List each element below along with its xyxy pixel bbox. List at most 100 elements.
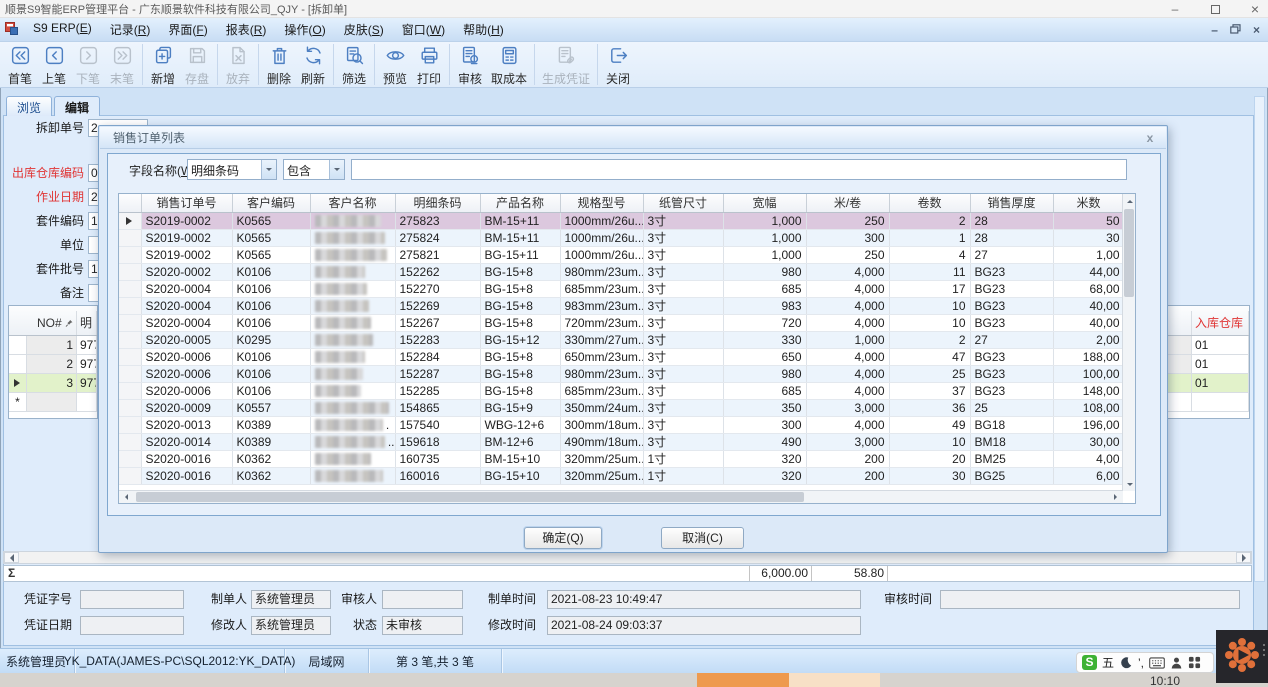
- column-header-卷数[interactable]: 卷数: [889, 194, 970, 212]
- close-icon[interactable]: ×: [1246, 1, 1264, 17]
- row-selector[interactable]: [119, 382, 141, 399]
- menu-item-1[interactable]: S9 ERP(E): [24, 18, 101, 41]
- toolbar-button-刷新[interactable]: 刷新: [296, 42, 330, 87]
- grid-menu-icon[interactable]: [1188, 656, 1201, 669]
- table-row[interactable]: S2020-0006K0106152284BG-15+8650mm/23um..…: [119, 348, 1124, 365]
- column-header-米数[interactable]: 米数: [1053, 194, 1124, 212]
- row-selector[interactable]: [119, 416, 141, 433]
- menu-item-5[interactable]: 操作(O): [275, 18, 334, 41]
- table-row[interactable]: S2020-0013K0389 .157540WBG-12+6300mm/18u…: [119, 416, 1124, 433]
- keyboard-icon[interactable]: [1149, 657, 1165, 669]
- row-selector[interactable]: [119, 212, 141, 229]
- toolbar-button-打印[interactable]: 打印: [412, 42, 446, 87]
- column-header-客户编码[interactable]: 客户编码: [232, 194, 310, 212]
- table-row[interactable]: 297792: [9, 355, 97, 374]
- column-header-销售厚度[interactable]: 销售厚度: [970, 194, 1053, 212]
- row-selector[interactable]: [119, 263, 141, 280]
- overlay-menu-dots-icon[interactable]: [1263, 644, 1265, 656]
- wubi-mode-label[interactable]: 五: [1102, 654, 1114, 671]
- table-row[interactable]: 197792: [9, 336, 97, 355]
- operator-combo[interactable]: 包含: [283, 159, 345, 180]
- field-name-combo[interactable]: 明细条码: [187, 159, 277, 180]
- detail-grid-left-fragment[interactable]: NO# 明197792297792397792*: [8, 305, 98, 419]
- toolbar-button-审核[interactable]: 审核: [453, 42, 487, 87]
- screen-overlay-app[interactable]: [1216, 630, 1268, 683]
- table-row[interactable]: S2020-0009K0557154865BG-15+9350mm/24um..…: [119, 399, 1124, 416]
- column-header-no[interactable]: NO#: [27, 311, 77, 335]
- table-row[interactable]: S2019-0002K0565275824BM-15+111000mm/26u.…: [119, 229, 1124, 246]
- row-selector[interactable]: [9, 336, 27, 354]
- tab-编辑[interactable]: 编辑: [54, 96, 100, 116]
- table-row[interactable]: S2020-0006K0106152287BG-15+8980mm/23um..…: [119, 365, 1124, 382]
- row-selector[interactable]: [119, 280, 141, 297]
- table-row[interactable]: S2020-0005K0295152283BG-15+12330mm/27um.…: [119, 331, 1124, 348]
- sogou-input-bar[interactable]: S五 ’,: [1076, 652, 1214, 673]
- mdi-restore-icon[interactable]: [1230, 23, 1241, 37]
- scroll-right-icon[interactable]: [1236, 552, 1251, 563]
- table-row[interactable]: 397792: [9, 374, 97, 393]
- table-row[interactable]: S2020-0004K0106152269BG-15+8983mm/23um..…: [119, 297, 1124, 314]
- table-row[interactable]: S2020-0004K0106152267BG-15+8720mm/23um..…: [119, 314, 1124, 331]
- tab-浏览[interactable]: 浏览: [6, 96, 52, 116]
- table-row[interactable]: S2020-0004K0106152270BG-15+8685mm/23um..…: [119, 280, 1124, 297]
- taskbar-item[interactable]: [789, 673, 880, 687]
- toolbar-button-删除[interactable]: 删除: [262, 42, 296, 87]
- row-selector[interactable]: [119, 246, 141, 263]
- column-header-销售订单号[interactable]: 销售订单号: [141, 194, 232, 212]
- scroll-up-icon[interactable]: [1123, 194, 1136, 208]
- ok-button[interactable]: 确定(Q): [524, 527, 602, 549]
- toolbar-button-新增[interactable]: 新增: [146, 42, 180, 87]
- dialog-title-bar[interactable]: 销售订单列表 x: [100, 127, 1166, 149]
- scroll-left-icon[interactable]: [119, 491, 134, 503]
- chevron-down-icon[interactable]: [261, 160, 276, 179]
- row-selector[interactable]: [119, 229, 141, 246]
- filter-search-input[interactable]: [351, 159, 1127, 180]
- maximize-icon[interactable]: [1206, 1, 1224, 17]
- row-selector[interactable]: [119, 399, 141, 416]
- row-selector[interactable]: [119, 433, 141, 450]
- hscroll-thumb[interactable]: [136, 492, 804, 502]
- table-row[interactable]: S2020-0006K0106152285BG-15+8685mm/23um..…: [119, 382, 1124, 399]
- menu-item-8[interactable]: 帮助(H): [454, 18, 513, 41]
- row-selector[interactable]: [119, 314, 141, 331]
- table-row[interactable]: S2019-0002K0565275821BG-15+111000mm/26u.…: [119, 246, 1124, 263]
- grid-vscrollbar[interactable]: [1122, 194, 1135, 491]
- table-row[interactable]: S2020-0002K0106152262BG-15+8980mm/23um..…: [119, 263, 1124, 280]
- toolbar-button-预览[interactable]: 预览: [378, 42, 412, 87]
- chevron-down-icon[interactable]: [329, 160, 344, 179]
- row-selector[interactable]: [119, 450, 141, 467]
- column-header-产品名称[interactable]: 产品名称: [480, 194, 560, 212]
- column-header-米/卷[interactable]: 米/卷: [806, 194, 889, 212]
- column-header-warehouse[interactable]: 入库仓库: [1192, 311, 1249, 335]
- toolbar-button-上笔[interactable]: 上笔: [37, 42, 71, 87]
- table-row[interactable]: S2020-0016K0362160735BM-15+10320mm/25um.…: [119, 450, 1124, 467]
- column-header-客户名称[interactable]: 客户名称: [310, 194, 395, 212]
- row-selector[interactable]: [9, 355, 27, 373]
- menu-item-2[interactable]: 记录(R): [101, 18, 160, 41]
- cancel-button[interactable]: 取消(C): [661, 527, 744, 549]
- scroll-down-icon[interactable]: [1123, 477, 1136, 491]
- table-row[interactable]: *: [9, 393, 97, 412]
- vscroll-thumb[interactable]: [1124, 209, 1134, 297]
- grid-hscrollbar[interactable]: [119, 490, 1123, 503]
- menu-item-4[interactable]: 报表(R): [217, 18, 276, 41]
- row-selector[interactable]: [119, 348, 141, 365]
- toolbar-button-筛选[interactable]: 筛选: [337, 42, 371, 87]
- minimize-icon[interactable]: –: [1166, 1, 1184, 17]
- row-selector[interactable]: [119, 365, 141, 382]
- person-icon[interactable]: [1170, 656, 1183, 670]
- row-selector[interactable]: *: [9, 393, 27, 411]
- toolbar-button-关闭[interactable]: 关闭: [601, 42, 635, 87]
- quote-marks[interactable]: ’,: [1138, 656, 1144, 670]
- menu-item-3[interactable]: 界面(F): [159, 18, 216, 41]
- taskbar-item-active[interactable]: [697, 673, 789, 687]
- row-selector[interactable]: [9, 374, 27, 392]
- dialog-close-icon[interactable]: x: [1142, 130, 1158, 146]
- right-scroll-strip[interactable]: [1254, 96, 1265, 582]
- sogou-s-icon[interactable]: S: [1082, 655, 1097, 670]
- menu-item-7[interactable]: 窗口(W): [393, 18, 454, 41]
- column-header-明细条码[interactable]: 明细条码: [395, 194, 480, 212]
- scroll-left-icon[interactable]: [4, 552, 19, 563]
- column-header-barcode[interactable]: 明: [77, 311, 97, 335]
- mdi-minimize-icon[interactable]: –: [1211, 23, 1218, 37]
